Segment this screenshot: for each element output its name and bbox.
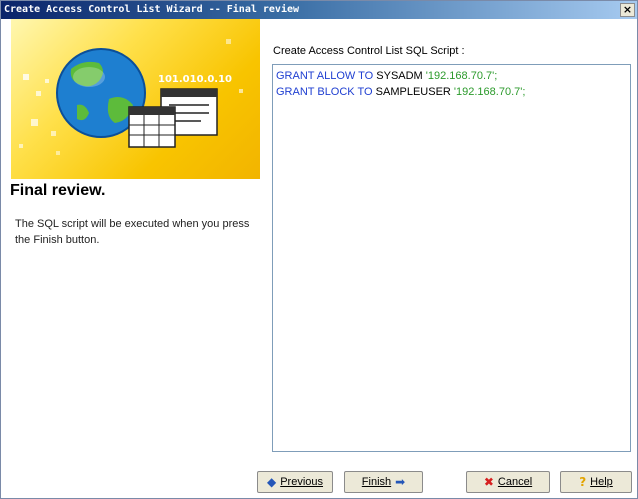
previous-button[interactable]: ◆ Previous [257, 471, 333, 493]
sql-keyword: GRANT BLOCK TO [276, 86, 373, 98]
sql-keyword: GRANT ALLOW TO [276, 70, 374, 82]
window-title: Create Access Control List Wizard -- Fin… [4, 4, 300, 15]
x-icon: ✖ [483, 475, 494, 489]
previous-button-label: Previous [280, 476, 324, 488]
close-button[interactable]: × [620, 3, 635, 17]
sql-line: GRANT ALLOW TO SYSADM '192.168.70.7'; [276, 68, 627, 84]
cancel-button-label: Cancel [497, 476, 533, 488]
help-button-label: Help [590, 476, 613, 488]
sql-object: SYSADM [376, 70, 423, 82]
page-title: Final review. [10, 182, 106, 199]
help-button[interactable]: ? Help [560, 471, 632, 493]
wizard-window: Create Access Control List Wizard -- Fin… [0, 0, 638, 499]
sql-value: '192.168.70.7'; [453, 86, 526, 98]
cancel-button[interactable]: ✖ Cancel [466, 471, 550, 493]
arrow-right-icon: ➡ [395, 475, 406, 489]
sql-value: '192.168.70.7'; [425, 70, 498, 82]
banner-illustration [19, 39, 243, 155]
wizard-banner: 101.010.0.10 [11, 19, 260, 179]
arrow-left-icon: ◆ [266, 475, 277, 489]
finish-button-label: Finish [361, 476, 392, 488]
title-bar: Create Access Control List Wizard -- Fin… [1, 1, 637, 19]
sql-script-label: Create Access Control List SQL Script : [273, 45, 465, 57]
sql-script-area[interactable]: GRANT ALLOW TO SYSADM '192.168.70.7'; GR… [272, 64, 631, 452]
page-description: The SQL script will be executed when you… [15, 218, 250, 246]
sql-line: GRANT BLOCK TO SAMPLEUSER '192.168.70.7'… [276, 84, 627, 100]
finish-button[interactable]: Finish ➡ [344, 471, 423, 493]
banner-ip-text: 101.010.0.10 [158, 74, 233, 85]
sql-object: SAMPLEUSER [375, 86, 451, 98]
question-icon: ? [579, 475, 587, 489]
